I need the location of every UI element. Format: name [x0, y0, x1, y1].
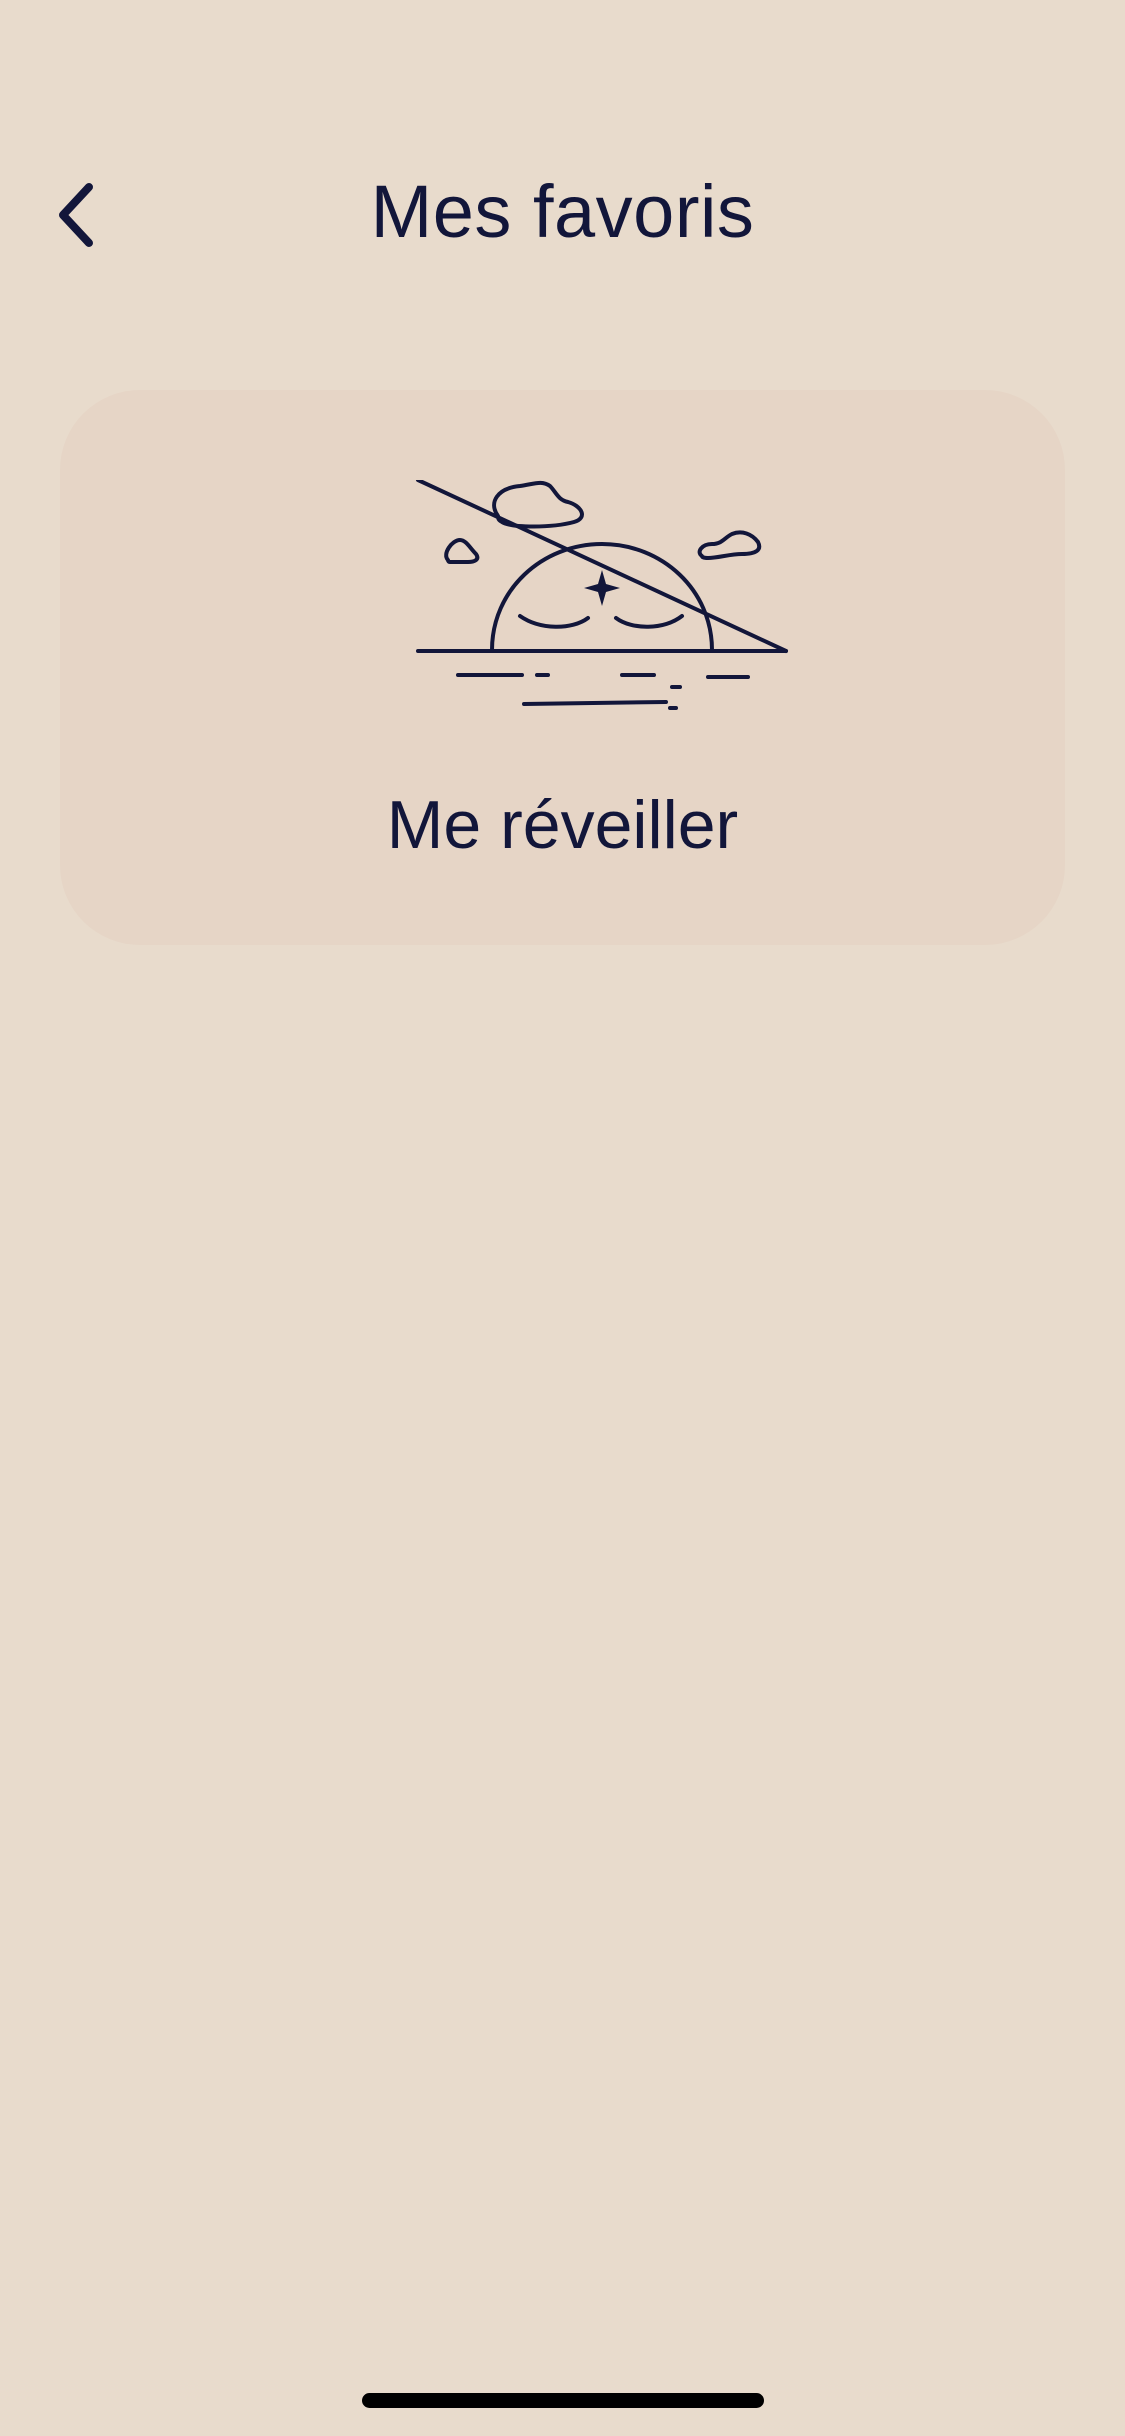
favorite-card-label: Me réveiller [386, 787, 739, 863]
page-title: Mes favoris [370, 170, 755, 253]
sunrise-icon [416, 480, 788, 710]
home-indicator[interactable] [362, 2393, 764, 2408]
header-bar: Mes favoris [0, 150, 1125, 280]
favorite-card-wake-up[interactable]: Me réveiller [60, 390, 1065, 945]
